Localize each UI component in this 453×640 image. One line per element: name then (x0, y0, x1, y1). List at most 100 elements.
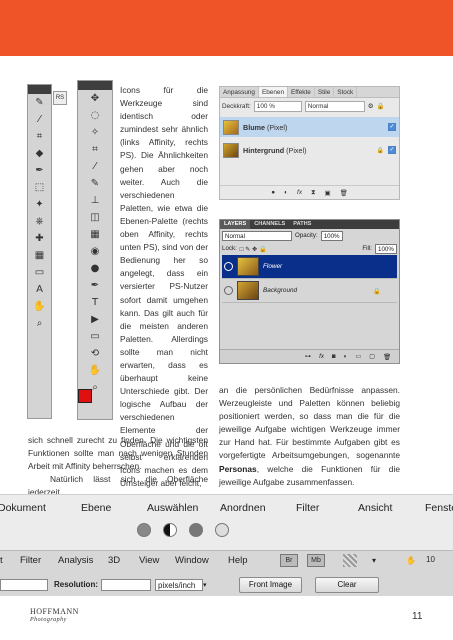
hourglass-icon[interactable]: ⧗ (311, 189, 316, 197)
layer-row-background[interactable]: Background 🔒 (222, 279, 397, 303)
magic-tool-icon[interactable]: ✧ (78, 124, 112, 141)
type-tool-icon[interactable]: T (78, 294, 112, 311)
dodge-tool-icon[interactable]: ● (78, 260, 112, 277)
menu-item-filter[interactable]: Filter (296, 502, 319, 514)
menu-item-help[interactable]: Help (228, 555, 248, 566)
mini-bridge-button[interactable]: Mb (307, 554, 325, 567)
brush-tool-icon[interactable]: ✎ (78, 175, 112, 192)
layer-row-blume[interactable]: Blume (Pixel) ✓ (220, 117, 399, 137)
layer-row-hintergrund[interactable]: Hintergrund (Pixel) 🔒 ✓ (220, 140, 399, 160)
link-icon[interactable]: ⊶ (305, 353, 311, 360)
menu-item-auswählen[interactable]: Auswählen (147, 502, 198, 514)
chevron-down-icon[interactable]: ▾ (372, 556, 376, 565)
menu-item-filter[interactable]: Filter (20, 555, 41, 566)
new-layer-icon[interactable]: ▢ (369, 353, 375, 360)
lock-icon[interactable]: 🔒 (377, 102, 385, 110)
eyedropper-tool-icon[interactable]: ⁄ (78, 158, 112, 175)
resolution-input[interactable] (101, 578, 151, 591)
tab-channels[interactable]: CHANNELS (250, 220, 289, 229)
crop-tool-icon[interactable]: ⌗ (78, 141, 112, 158)
hand-icon[interactable]: ✋ (406, 556, 416, 565)
lock-icon[interactable]: 🔒 (373, 287, 381, 295)
unit-select[interactable]: pixels/inch (155, 578, 203, 591)
tab-layers[interactable]: LAYERS (220, 220, 251, 229)
zoom-tool-icon[interactable]: ⌕ (28, 315, 51, 332)
grid-icon[interactable] (343, 554, 357, 567)
menu-item-3d[interactable]: 3D (108, 555, 120, 566)
paint-tool-icon[interactable]: ◆ (28, 145, 51, 162)
foreground-color-swatch[interactable] (78, 389, 92, 403)
pen-tool-icon[interactable]: ✒ (78, 277, 112, 294)
menu-item-ebene[interactable]: Ebene (81, 502, 111, 514)
adjustment-icon[interactable]: ◐ (284, 189, 288, 196)
clear-button[interactable]: Clear (315, 577, 379, 593)
tab-ebenen[interactable]: Ebenen (258, 87, 289, 97)
persona-icon[interactable] (163, 523, 177, 537)
toolbar-grip[interactable] (78, 81, 112, 90)
clone-tool-icon[interactable]: ⎈ (28, 213, 51, 230)
fx-icon[interactable]: fx (319, 353, 324, 360)
tab-anpassung[interactable]: Anpassung (220, 87, 259, 97)
eye-icon[interactable] (224, 286, 233, 295)
bridge-button[interactable]: Br (280, 554, 298, 567)
healing-tool-icon[interactable]: ✚ (28, 230, 51, 247)
group-icon[interactable]: ▭ (355, 353, 361, 360)
persona-icon[interactable] (189, 523, 203, 537)
blend-mode-select[interactable]: Normal (304, 100, 365, 112)
shape-tool-icon[interactable]: ▭ (78, 328, 112, 345)
marquee-tool-icon[interactable]: ⬚ (28, 179, 51, 196)
menu-item-anordnen[interactable]: Anordnen (220, 502, 266, 514)
fx-icon[interactable]: fx (297, 189, 302, 196)
opacity-input[interactable]: 100% (320, 230, 343, 241)
blend-mode-select[interactable]: Normal (222, 230, 292, 241)
gradient-tool-icon[interactable]: ▦ (28, 247, 51, 264)
gradient-tool-icon[interactable]: ▦ (78, 226, 112, 243)
menu-item-t[interactable]: t (0, 555, 3, 566)
tab-stock[interactable]: Stock (334, 87, 358, 97)
stamp-tool-icon[interactable]: ⊥ (78, 192, 112, 209)
eye-icon[interactable] (224, 262, 233, 271)
move-tool-icon[interactable]: ✥ (78, 90, 112, 107)
menu-item-fenster[interactable]: Fenster (425, 502, 453, 514)
wand-tool-icon[interactable]: ✦ (28, 196, 51, 213)
add-layer-icon[interactable]: ▣ (325, 189, 331, 197)
menu-item-window[interactable]: Window (175, 555, 209, 566)
toolbar-tab[interactable]: RS (53, 91, 67, 105)
tab-paths[interactable]: PATHS (289, 220, 315, 229)
hand-tool-icon[interactable]: ✋ (78, 362, 112, 379)
eyedropper-tool-icon[interactable]: ⁄ (28, 111, 51, 128)
menu-item-analysis[interactable]: Analysis (58, 555, 93, 566)
brush-tool-icon[interactable]: ✎ (28, 94, 51, 111)
toolbar-grip[interactable] (28, 85, 51, 94)
visibility-checkbox[interactable]: ✓ (388, 146, 396, 154)
layer-row-flower[interactable]: Flower (222, 255, 397, 279)
hand-tool-icon[interactable]: ✋ (28, 298, 51, 315)
opacity-select[interactable]: 100 % (253, 100, 302, 112)
delete-icon[interactable]: 🗑 (383, 353, 391, 361)
persona-icon[interactable] (215, 523, 229, 537)
text-tool-icon[interactable]: A (28, 281, 51, 298)
blur-tool-icon[interactable]: ◉ (78, 243, 112, 260)
menu-item-view[interactable]: View (139, 555, 159, 566)
shape-tool-icon[interactable]: ▭ (28, 264, 51, 281)
lasso-tool-icon[interactable]: ◌ (78, 107, 112, 124)
layer-mask-icon[interactable]: ● (271, 189, 275, 196)
delete-icon[interactable]: 🗑 (340, 189, 348, 197)
select-tool-icon[interactable]: ▶ (78, 311, 112, 328)
mask-icon[interactable]: ◙ (332, 353, 336, 360)
front-image-button[interactable]: Front Image (239, 577, 302, 593)
tab-stile[interactable]: Stile (315, 87, 335, 97)
lock-icons[interactable]: □ ✎ ✥ 🔒 (240, 245, 267, 253)
lock-icon[interactable]: 🔒 (377, 147, 384, 154)
chevron-down-icon[interactable]: ▾ (203, 581, 207, 589)
width-input[interactable] (0, 578, 48, 591)
gear-icon[interactable]: ⚙ (368, 102, 374, 110)
zoom-value[interactable]: 10 (426, 555, 435, 564)
pen-tool-icon[interactable]: ✒ (28, 162, 51, 179)
persona-icon[interactable] (137, 523, 151, 537)
fill-input[interactable]: 100% (375, 243, 397, 254)
menu-item-ansicht[interactable]: Ansicht (358, 502, 392, 514)
eraser-tool-icon[interactable]: ◫ (78, 209, 112, 226)
crop-tool-icon[interactable]: ⌗ (28, 128, 51, 145)
rotate-tool-icon[interactable]: ⟲ (78, 345, 112, 362)
